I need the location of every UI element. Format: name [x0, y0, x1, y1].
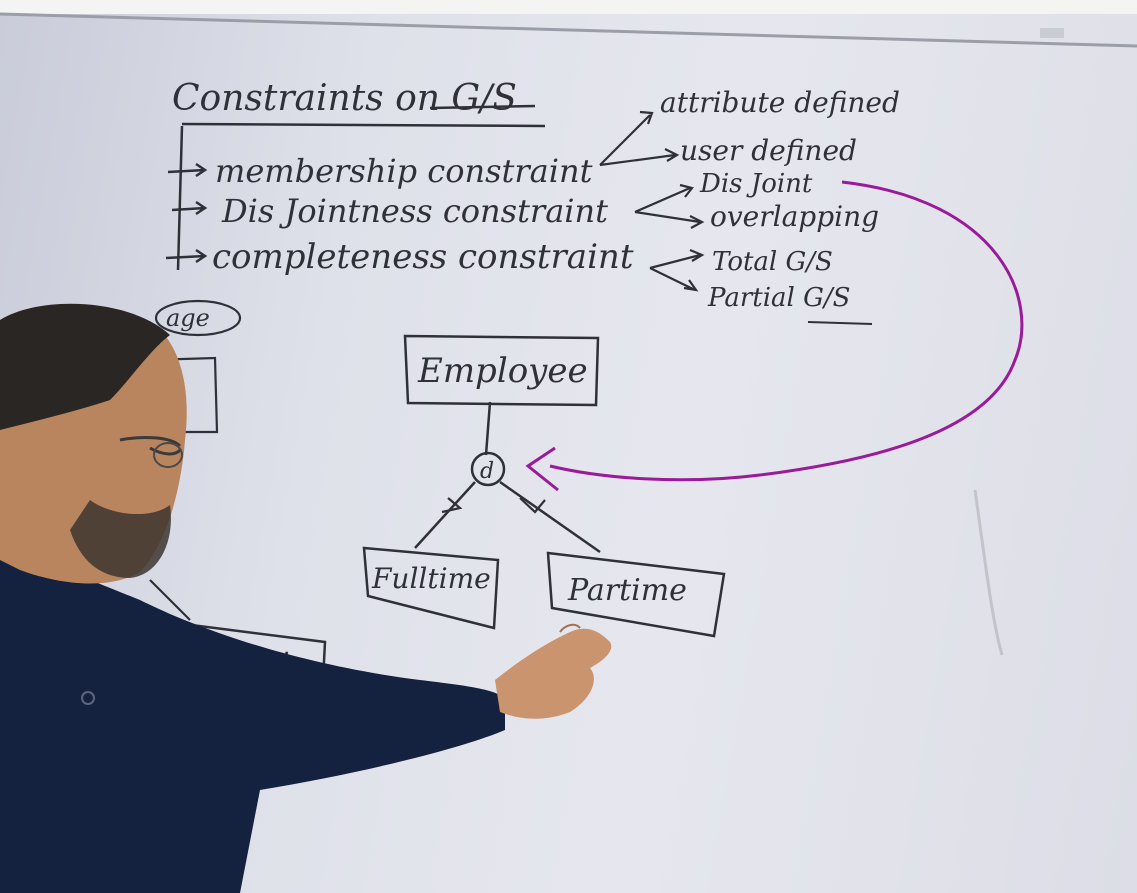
board-frame-edge: [0, 12, 1137, 48]
arrow-3: [165, 248, 208, 264]
partime-connector: [499, 480, 601, 554]
constraint-disjointness: Dis Jointness constraint: [221, 192, 608, 230]
disjoint-arrow-up: [634, 183, 694, 214]
board-smudge: [973, 489, 1004, 656]
disjoint-symbol: d: [480, 459, 494, 484]
membership-arrow-up: [599, 110, 654, 166]
option-user-defined: user defined: [680, 134, 857, 167]
partime-label: Partime: [567, 573, 687, 608]
membership-arrow-right: [599, 148, 680, 167]
presenter: [0, 303, 612, 893]
whiteboard-scene: Constraints on G/S membership constraint…: [0, 0, 1137, 893]
constraint-membership: membership constraint: [215, 152, 593, 190]
option-overlapping: overlapping: [710, 200, 879, 233]
fulltime-label: Fulltime: [371, 562, 491, 595]
employee-label: Employee: [417, 351, 588, 391]
option-total-gs: Total G/S: [712, 247, 833, 277]
title-bar: [181, 122, 546, 128]
complete-arrow-down: [649, 267, 699, 292]
option-partial-gs: Partial G/S: [707, 283, 850, 313]
option-disjoint: Dis Joint: [699, 169, 813, 199]
partial-underline: [807, 321, 873, 325]
pointing-hand: [495, 628, 612, 719]
board-title: Constraints on G/S: [172, 78, 517, 119]
arrow-2: [171, 200, 208, 216]
complete-arrow-up: [649, 248, 705, 270]
arrow-1: [167, 162, 208, 178]
fulltime-connector: [414, 481, 476, 549]
age-label: age: [166, 304, 210, 332]
board-frame-top: [0, 0, 1137, 14]
option-attribute-defined: attribute defined: [660, 86, 900, 119]
constraint-completeness: completeness constraint: [212, 237, 634, 277]
annotation-arrowhead: [525, 446, 559, 492]
board-clip: [1040, 28, 1064, 38]
disjoint-arrow-down: [634, 210, 705, 229]
whiteboard-drawing: Constraints on G/S membership constraint…: [0, 0, 1137, 893]
employee-connector: [484, 401, 492, 456]
list-bracket: [176, 125, 184, 271]
